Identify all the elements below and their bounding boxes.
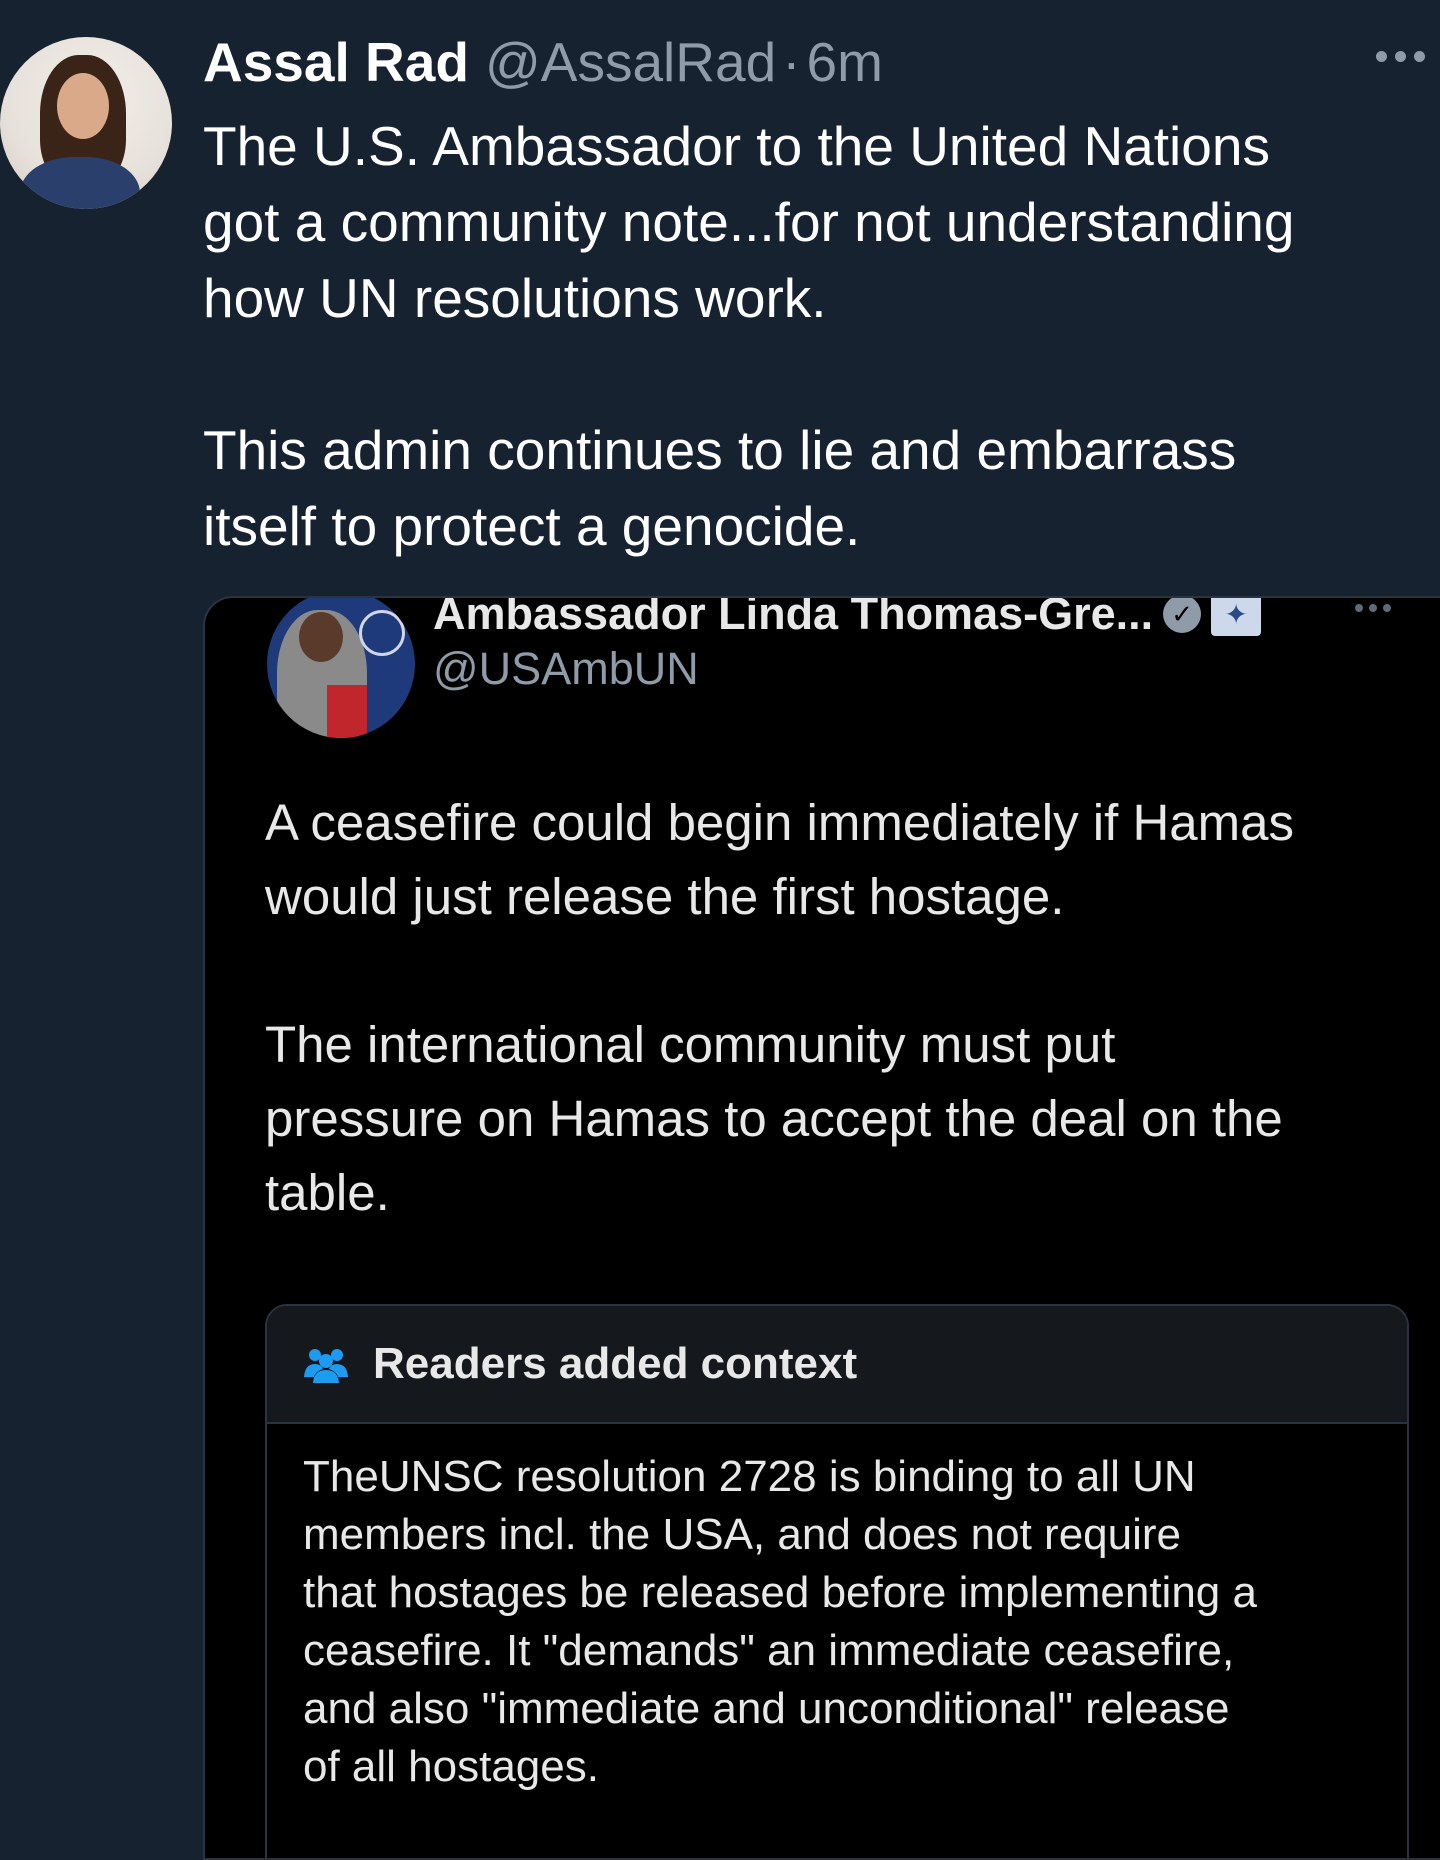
author-avatar[interactable] xyxy=(0,37,172,209)
avatar-body xyxy=(20,157,140,209)
community-note[interactable]: Readers added context TheUNSC resolution… xyxy=(265,1304,1409,1858)
author-handle[interactable]: @AssalRad xyxy=(485,30,776,94)
community-note-body: TheUNSC resolution 2728 is binding to al… xyxy=(303,1452,1257,1791)
quoted-author-name-row: Ambassador Linda Thomas-Gre... ✓ ✦ xyxy=(433,598,1262,640)
quoted-author-handle[interactable]: @USAmbUN xyxy=(433,643,699,695)
community-note-header: Readers added context xyxy=(267,1306,1407,1424)
community-note-title: Readers added context xyxy=(373,1339,858,1388)
tweet-text: The U.S. Ambassador to the United Nation… xyxy=(203,115,1295,557)
more-options-icon[interactable] xyxy=(1376,44,1436,68)
quoted-author-name[interactable]: Ambassador Linda Thomas-Gre... xyxy=(433,598,1153,640)
government-seal-icon: ✦ xyxy=(1211,598,1262,636)
tweet-header: Assal Rad @AssalRad · 6m xyxy=(203,30,883,94)
timestamp[interactable]: 6m xyxy=(807,30,883,94)
quoted-more-options-icon[interactable] xyxy=(1355,604,1391,612)
quoted-tweet-card[interactable]: Ambassador Linda Thomas-Gre... ✓ ✦ @USAm… xyxy=(203,596,1440,1860)
avatar-face xyxy=(57,73,109,139)
verified-badge-icon: ✓ xyxy=(1163,598,1202,633)
separator: · xyxy=(782,31,801,93)
author-name[interactable]: Assal Rad xyxy=(203,30,469,94)
quoted-author-avatar[interactable] xyxy=(267,598,415,738)
un-seal-icon xyxy=(359,610,405,656)
quoted-tweet-text: A ceasefire could begin immediately if H… xyxy=(265,794,1294,1221)
readers-icon xyxy=(304,1349,348,1383)
